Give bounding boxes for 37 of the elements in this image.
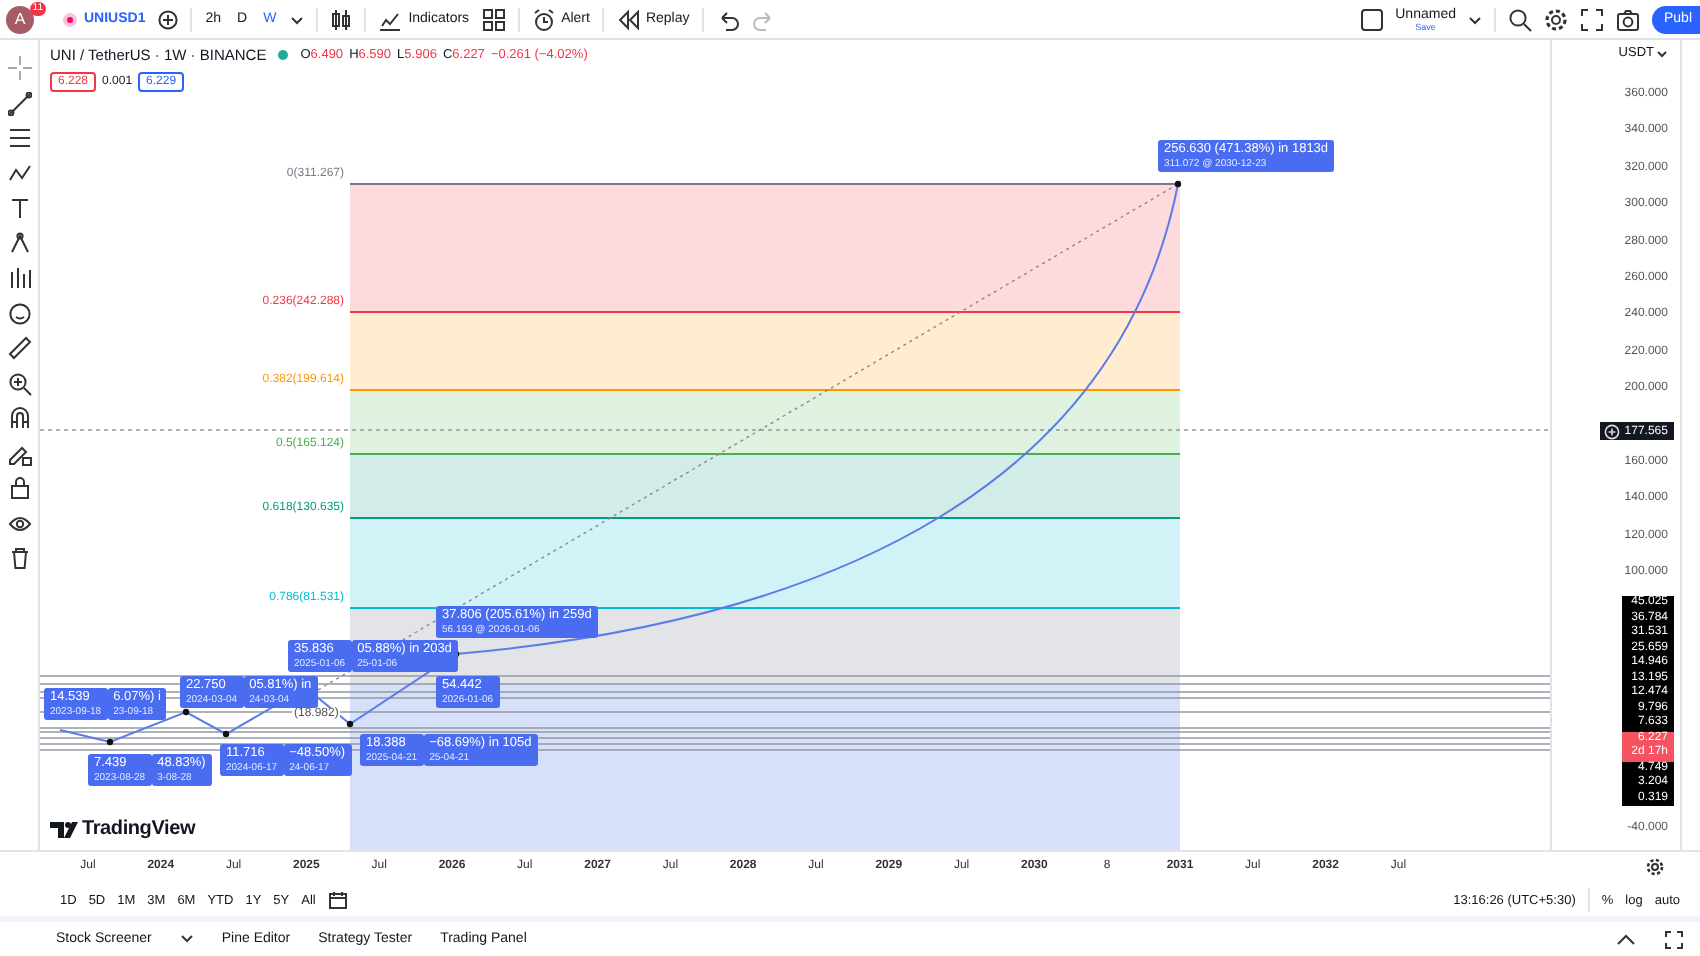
brand-name: TradingView [82, 818, 196, 840]
ruler-icon[interactable] [7, 336, 31, 360]
coin-icon [62, 11, 78, 27]
text-icon[interactable] [7, 196, 31, 220]
undo-icon[interactable] [715, 7, 740, 31]
search-icon[interactable] [1507, 7, 1532, 31]
nodes-icon[interactable] [7, 231, 31, 255]
calendar-range-icon[interactable] [327, 890, 348, 910]
layout-checkbox-icon[interactable] [1359, 7, 1384, 31]
tv-logo-icon [50, 819, 78, 839]
settings-icon[interactable] [1646, 858, 1664, 876]
bars-icon[interactable] [7, 266, 31, 290]
rewind-icon [615, 7, 640, 31]
caret-icon[interactable] [290, 13, 305, 25]
fullscreen-icon[interactable] [1664, 929, 1684, 949]
alarm-clock-icon [531, 7, 556, 31]
avatar[interactable]: A [6, 5, 34, 33]
add-icon[interactable] [157, 9, 178, 29]
camera-icon[interactable] [1615, 7, 1640, 31]
caret-icon[interactable] [179, 934, 194, 944]
eye-icon[interactable] [7, 511, 31, 535]
settings-icon[interactable] [1543, 7, 1568, 31]
zigzag-icon[interactable] [7, 161, 31, 185]
market-open-dot [278, 50, 289, 60]
chevron-up-icon[interactable] [1616, 931, 1636, 947]
zoom-in-icon[interactable] [7, 371, 31, 395]
magnet-icon[interactable] [7, 406, 31, 430]
caret-icon[interactable] [1467, 13, 1482, 25]
caret-icon [1656, 49, 1668, 57]
lock-icon[interactable] [7, 476, 31, 500]
trash-icon[interactable] [7, 546, 31, 570]
candles-icon[interactable] [330, 7, 353, 31]
plus-circle-icon[interactable] [1604, 423, 1621, 439]
fullscreen-icon[interactable] [1579, 7, 1604, 31]
smile-icon[interactable] [7, 301, 31, 325]
grid-icon[interactable] [481, 7, 506, 31]
trend-line-icon[interactable] [7, 91, 31, 115]
